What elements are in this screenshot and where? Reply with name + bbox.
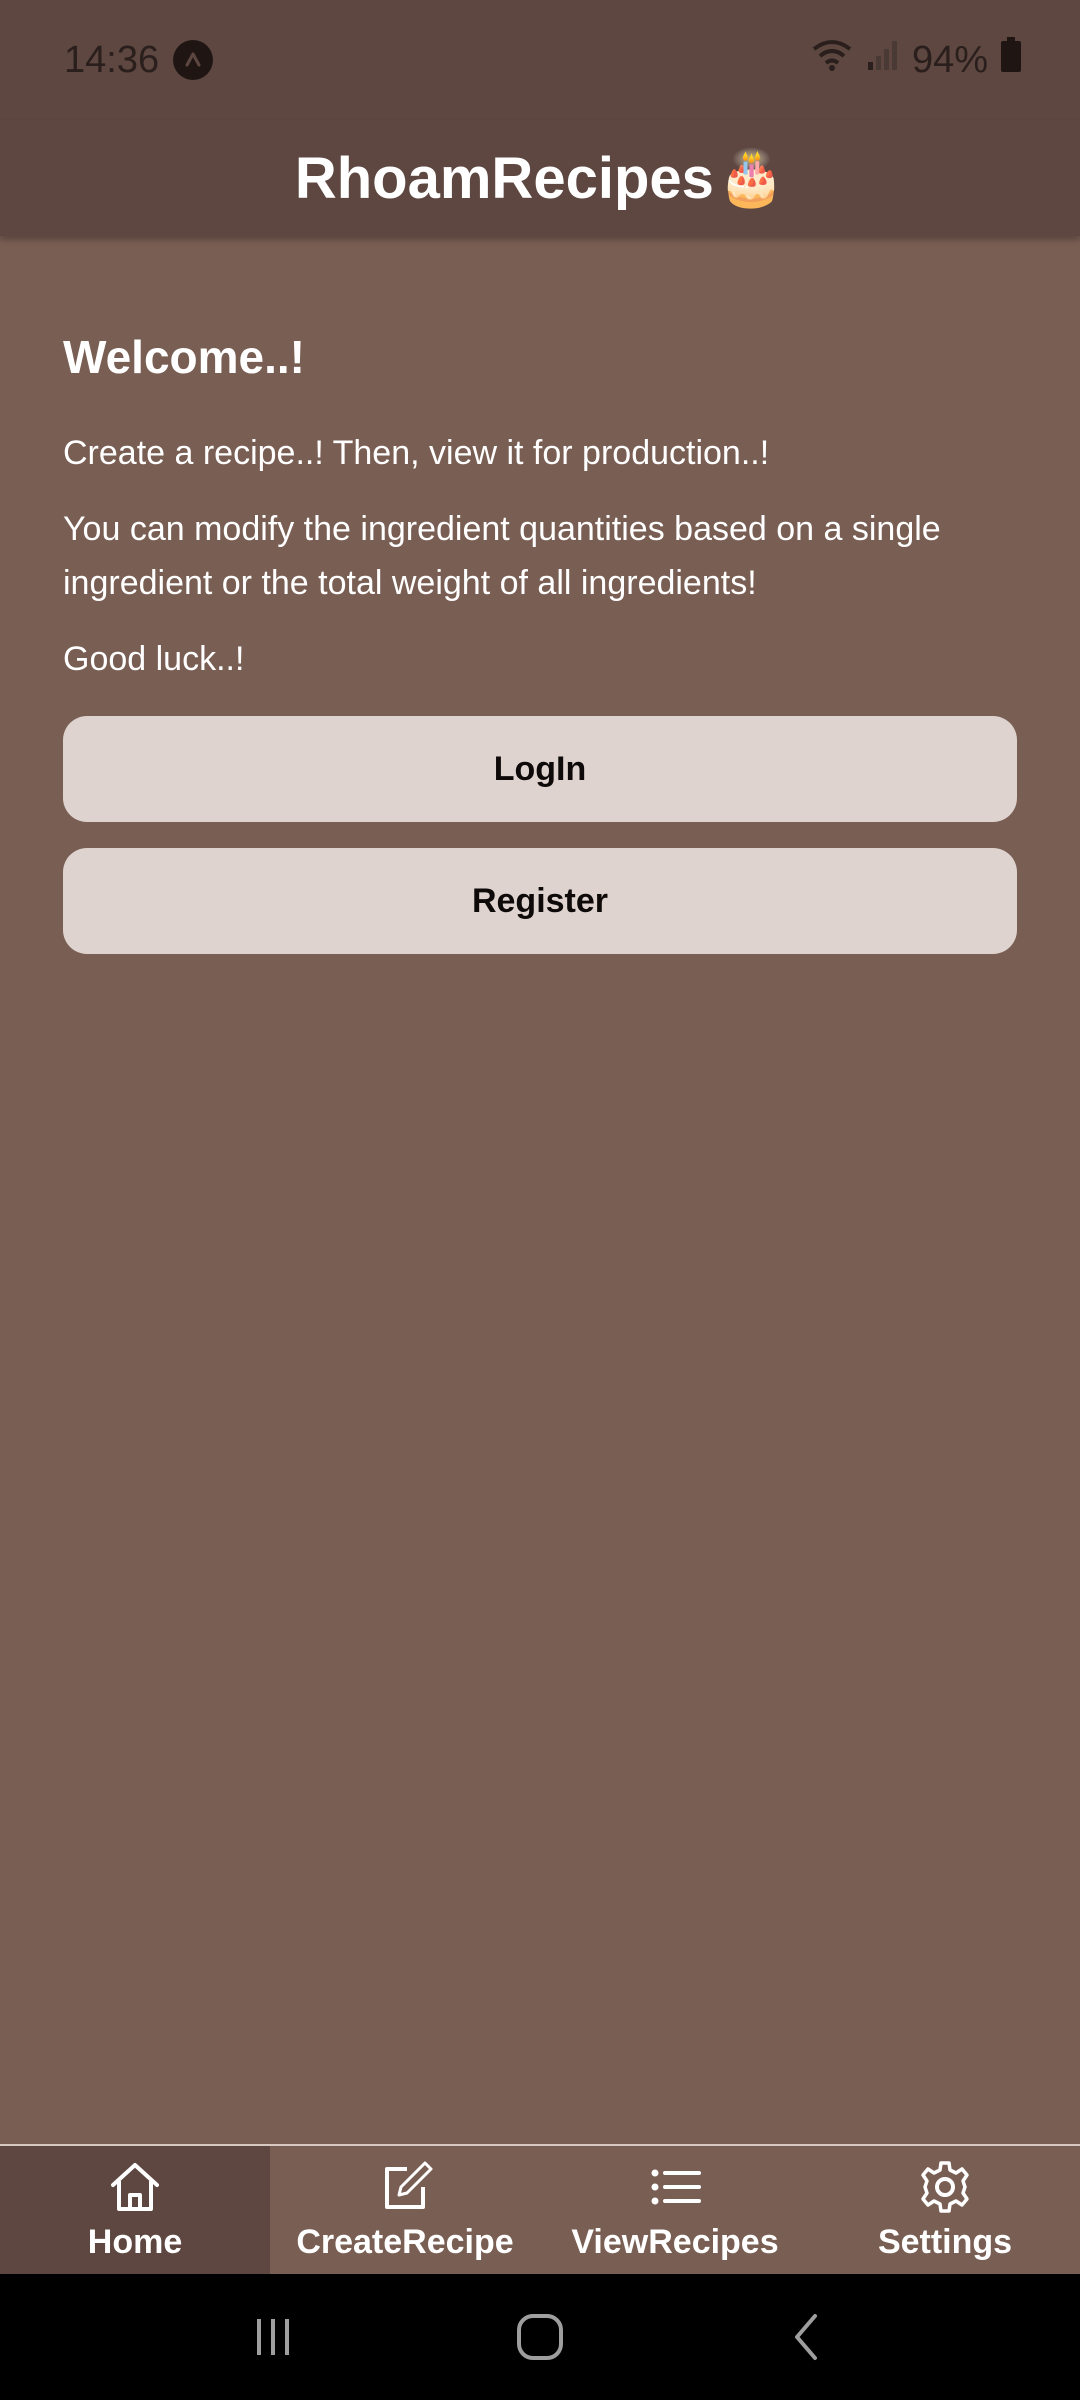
- recents-icon[interactable]: [243, 2307, 303, 2367]
- app-title: RhoamRecipes: [294, 145, 714, 211]
- system-nav-bar: [0, 2274, 1080, 2400]
- edit-icon: [385, 2161, 433, 2209]
- welcome-section: Welcome..! Create a recipe..! Then, view…: [63, 330, 1017, 708]
- status-bar: 14:36 94%: [0, 0, 1080, 120]
- gear-icon: [921, 2160, 969, 2213]
- bottom-nav: Home CreateRecipe ViewRecipes Settings: [0, 2144, 1080, 2274]
- nav-view-recipes[interactable]: ViewRecipes: [540, 2146, 810, 2274]
- battery-icon: [1000, 37, 1022, 83]
- nav-create-recipe-label: CreateRecipe: [296, 2222, 514, 2261]
- status-right: 94%: [810, 37, 1022, 83]
- welcome-heading: Welcome..!: [63, 331, 305, 383]
- list-icon: [651, 2169, 701, 2204]
- status-time: 14:36: [64, 38, 160, 81]
- nav-view-recipes-label: ViewRecipes: [571, 2222, 779, 2261]
- back-icon[interactable]: [777, 2307, 837, 2367]
- home-icon: [111, 2162, 159, 2211]
- nav-settings[interactable]: Settings: [810, 2146, 1080, 2274]
- nav-home-label: Home: [87, 2222, 183, 2261]
- cake-icon: 🎂: [717, 147, 786, 208]
- app-header: RhoamRecipes 🎂: [0, 120, 1080, 236]
- intro-text: Create a recipe..! Then, view it for pro…: [63, 434, 770, 472]
- battery-percent: 94%: [911, 38, 988, 81]
- nav-home[interactable]: Home: [0, 2146, 270, 2274]
- app-notification-icon: [173, 40, 214, 80]
- signal-icon: [866, 38, 900, 82]
- wifi-icon: [810, 37, 854, 83]
- status-left: 14:36: [64, 38, 214, 82]
- nav-settings-label: Settings: [877, 2222, 1013, 2261]
- good-luck-text: Good luck..!: [63, 640, 245, 678]
- nav-create-recipe[interactable]: CreateRecipe: [270, 2146, 540, 2274]
- modify-text: You can modify the ingredient quantities…: [63, 510, 941, 602]
- home-circle-icon[interactable]: [510, 2307, 570, 2367]
- register-button[interactable]: Register: [63, 848, 1017, 954]
- login-button[interactable]: LogIn: [63, 716, 1017, 822]
